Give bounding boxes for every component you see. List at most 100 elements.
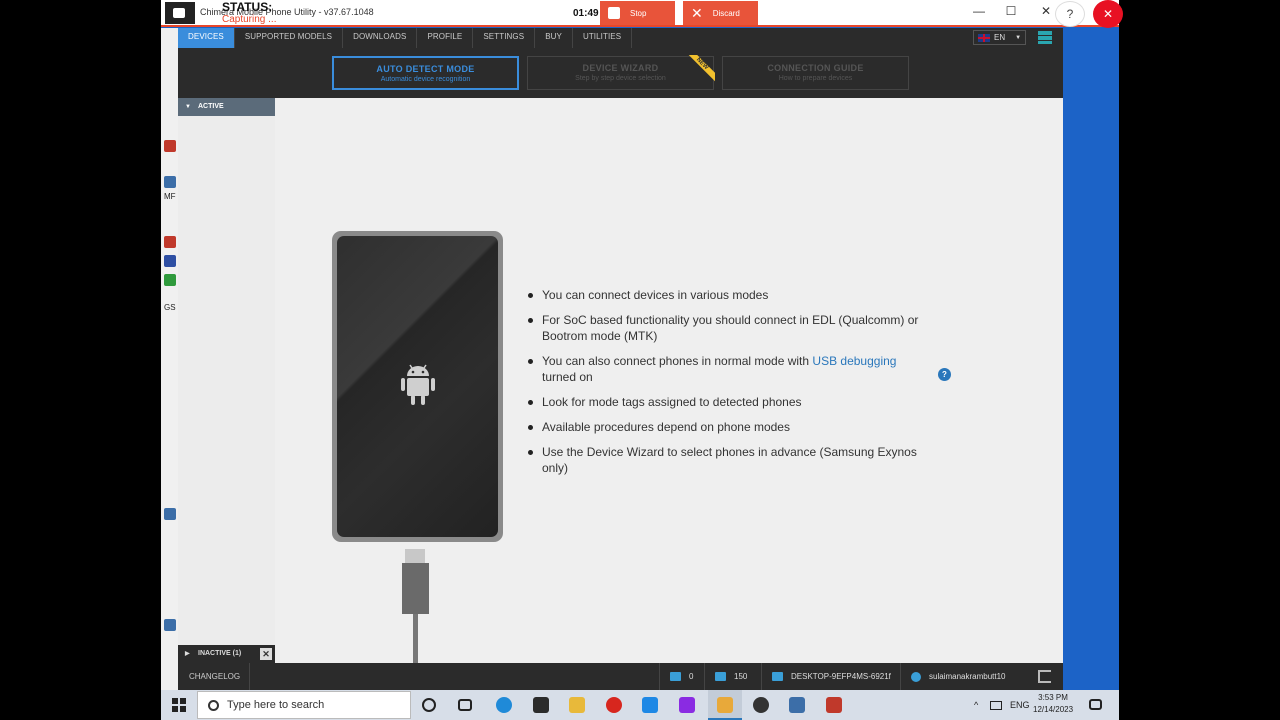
device-sidebar: ▼ ACTIVE ▶ INACTIVE (1) ✕ — [178, 98, 275, 663]
window-minimize-button[interactable]: — — [969, 4, 989, 18]
clear-inactive-button[interactable]: ✕ — [260, 648, 272, 660]
settings-gear-icon[interactable] — [753, 697, 769, 713]
mode-title: AUTO DETECT MODE — [376, 64, 475, 74]
discard-label: Discard — [712, 8, 740, 18]
desktop-app-icon[interactable] — [164, 236, 176, 248]
messages-count: 0 — [689, 672, 694, 681]
mode-title: CONNECTION GUIDE — [767, 63, 864, 73]
tray-chevron-icon[interactable]: ^ — [974, 700, 978, 710]
close-circle-button[interactable]: ✕ — [1093, 0, 1123, 28]
help-button[interactable]: ? — [1055, 1, 1085, 27]
user-icon — [911, 671, 921, 682]
desktop-shortcut-icon[interactable] — [164, 508, 176, 520]
credits-counter[interactable]: 150 — [704, 663, 760, 690]
mode-subtitle: Automatic device recognition — [380, 76, 471, 83]
opera-icon[interactable] — [606, 697, 622, 713]
taskbar-search-input[interactable]: Type here to search — [197, 691, 411, 719]
phone-illustration — [332, 231, 503, 542]
user-account[interactable]: sulaimanakrambutt10 — [900, 663, 1030, 690]
coins-icon — [715, 672, 726, 681]
stop-label: Stop — [630, 8, 647, 18]
nav-utilities[interactable]: UTILITIES — [573, 28, 633, 48]
app-window: DEVICES SUPPORTED MODELS DOWNLOADS PROFI… — [178, 28, 1063, 690]
desktop-app-icon[interactable] — [164, 140, 176, 152]
new-badge: NEW — [685, 55, 715, 85]
app-window-icon[interactable] — [789, 697, 805, 713]
computer-name-text: DESKTOP-9EFP4MS-6921f — [791, 672, 891, 681]
connection-guide-panel: You can connect devices in various modes… — [275, 98, 1063, 663]
file-explorer-icon[interactable] — [569, 697, 585, 713]
cortana-icon[interactable] — [422, 698, 436, 712]
window-close-button[interactable]: ✕ — [1036, 4, 1056, 18]
edge-icon[interactable] — [496, 697, 512, 713]
android-icon — [400, 364, 435, 405]
mode-subtitle: How to prepare devices — [778, 75, 853, 82]
usb-cable — [413, 614, 418, 663]
recorder-capturing-label: Capturing ... — [222, 14, 277, 25]
device-wizard-button[interactable]: DEVICE WIZARD Step by step device select… — [527, 55, 715, 90]
language-select[interactable]: EN ▼ — [973, 30, 1026, 45]
desktop-shortcut-icon[interactable] — [164, 619, 176, 631]
desktop-app-icon[interactable] — [164, 274, 176, 286]
main-nav: DEVICES SUPPORTED MODELS DOWNLOADS PROFI… — [178, 28, 1063, 48]
uk-flag-icon — [978, 33, 990, 42]
input-language[interactable]: ENG — [1010, 700, 1030, 710]
winrar-icon[interactable] — [679, 697, 695, 713]
caret-right-icon: ▶ — [185, 651, 190, 657]
usb-debugging-help-icon[interactable]: ? — [938, 368, 951, 381]
caret-down-icon: ▼ — [185, 104, 191, 110]
task-view-icon[interactable] — [458, 699, 472, 711]
taskbar-clock[interactable]: 3:53 PM 12/14/2023 — [1033, 692, 1073, 716]
nav-profile[interactable]: PROFILE — [417, 28, 474, 48]
connection-guide-button[interactable]: CONNECTION GUIDE How to prepare devices — [722, 56, 909, 90]
mail-icon — [670, 672, 681, 681]
security-app-icon[interactable] — [533, 697, 549, 713]
windows-start-icon[interactable] — [172, 698, 186, 712]
phone-screen — [337, 236, 498, 537]
list-item: Available procedures depend on phone mod… — [528, 419, 928, 435]
recorder-timer: 01:49 — [573, 8, 599, 19]
active-label: ACTIVE — [198, 103, 224, 110]
desktop-label: GS — [164, 303, 176, 312]
app-3-icon[interactable] — [642, 697, 658, 713]
username-text: sulaimanakrambutt10 — [929, 672, 1006, 681]
language-value: EN — [994, 33, 1006, 42]
chevron-down-icon: ▼ — [1015, 34, 1022, 41]
guide-list: You can connect devices in various modes… — [528, 287, 928, 485]
nav-supported-models[interactable]: SUPPORTED MODELS — [235, 28, 344, 48]
desktop-shortcut-icon[interactable] — [164, 176, 176, 188]
monitor-icon — [772, 672, 783, 681]
messages-counter[interactable]: 0 — [659, 663, 703, 690]
server-icon[interactable] — [1038, 31, 1052, 44]
nav-buy[interactable]: BUY — [535, 28, 573, 48]
search-icon — [208, 699, 219, 711]
usb-connector — [405, 549, 425, 563]
nav-settings[interactable]: SETTINGS — [473, 28, 536, 48]
nav-devices[interactable]: DEVICES — [178, 28, 235, 48]
recorder-camera-icon — [165, 2, 195, 24]
network-icon[interactable] — [990, 701, 1002, 710]
computer-name: DESKTOP-9EFP4MS-6921f — [761, 663, 900, 690]
active-section-header[interactable]: ▼ ACTIVE — [178, 98, 275, 116]
stop-icon — [608, 7, 620, 19]
inactive-label: INACTIVE (1) — [198, 650, 242, 657]
inactive-section-header[interactable]: ▶ INACTIVE (1) ✕ — [178, 645, 275, 663]
chimera-app-icon[interactable] — [717, 697, 733, 713]
logout-icon[interactable] — [1038, 670, 1051, 683]
recorder-app-icon[interactable] — [826, 697, 842, 713]
desktop-icon-strip — [161, 28, 178, 690]
list-item: For SoC based functionality you should c… — [528, 312, 928, 344]
notification-icon[interactable] — [1089, 699, 1102, 710]
nav-downloads[interactable]: DOWNLOADS — [343, 28, 418, 48]
list-item: You can connect devices in various modes — [528, 287, 928, 303]
window-maximize-button[interactable]: ☐ — [1001, 4, 1021, 18]
usb-debugging-link[interactable]: USB debugging — [812, 354, 896, 368]
recorder-status-label: STATUS: — [222, 0, 273, 14]
auto-detect-mode-button[interactable]: AUTO DETECT MODE Automatic device recogn… — [332, 56, 519, 90]
changelog-button[interactable]: CHANGELOG — [178, 663, 250, 690]
list-item: Look for mode tags assigned to detected … — [528, 394, 928, 410]
recorder-discard-button[interactable]: ✕ Discard — [683, 1, 758, 25]
list-item: You can also connect phones in normal mo… — [528, 353, 928, 385]
desktop-app-icon[interactable] — [164, 255, 176, 267]
recorder-stop-button[interactable]: Stop — [600, 1, 675, 25]
